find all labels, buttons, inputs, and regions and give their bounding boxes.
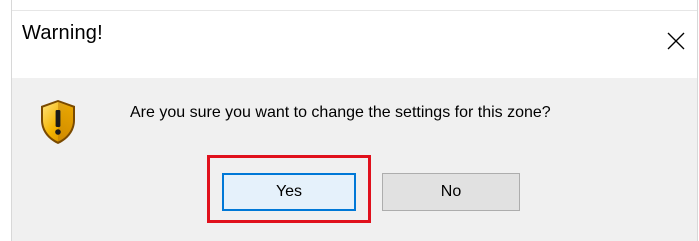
dialog-content xyxy=(12,78,697,241)
no-button[interactable]: No xyxy=(382,173,520,211)
yes-button[interactable]: Yes xyxy=(222,173,356,211)
dialog-message: Are you sure you want to change the sett… xyxy=(130,104,551,121)
close-button[interactable] xyxy=(655,11,697,71)
dialog-window: Warning! Are you sure you want to change… xyxy=(0,0,699,241)
close-icon xyxy=(667,32,685,50)
title-bar xyxy=(12,11,697,78)
window-border-right xyxy=(697,0,698,241)
dialog-title: Warning! xyxy=(22,22,103,44)
shield-warning-icon xyxy=(41,100,75,144)
